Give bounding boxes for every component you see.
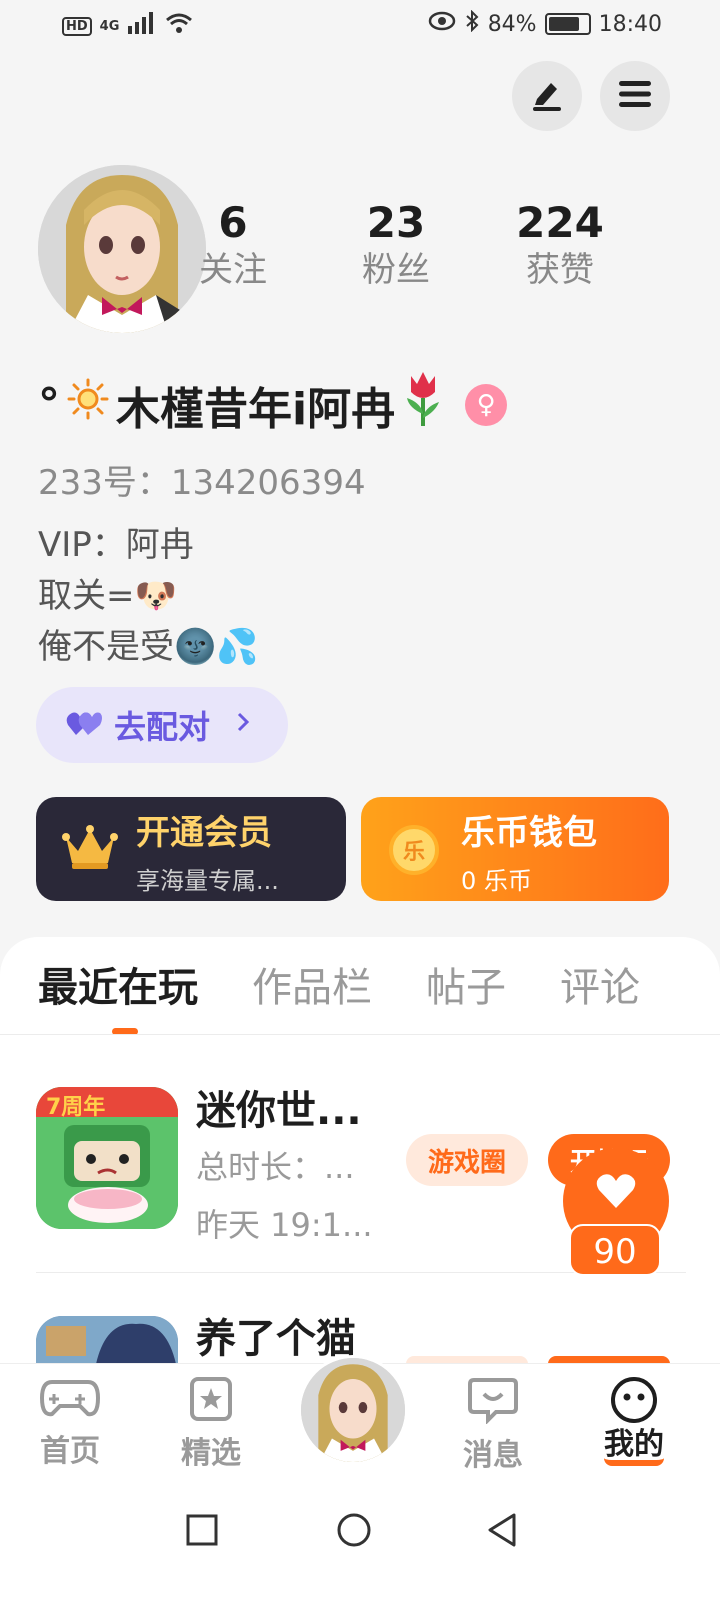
favorite-count: 90 bbox=[569, 1224, 661, 1276]
game-name-2[interactable]: 养了个猫 bbox=[196, 1306, 356, 1364]
tab-comments[interactable]: 评论 bbox=[560, 958, 640, 1018]
stat-likes[interactable]: 224 获赞 bbox=[485, 198, 635, 292]
center-avatar-illustration bbox=[301, 1358, 405, 1462]
crown-icon bbox=[62, 825, 118, 875]
vip-title: 开通会员 bbox=[136, 813, 272, 853]
sun-icon bbox=[66, 377, 110, 432]
game-circle-button[interactable]: 游戏圈 bbox=[406, 1134, 528, 1186]
wallet-card[interactable]: 乐 乐币钱包 0 乐币 bbox=[361, 797, 669, 901]
game-anniversary-badge: 7周年 bbox=[46, 1094, 105, 1120]
smiley-face-icon bbox=[609, 1377, 659, 1428]
game-icon-mini-world[interactable]: 7周年 bbox=[36, 1087, 178, 1229]
chevron-right-icon bbox=[236, 710, 250, 740]
coin-icon: 乐 bbox=[389, 825, 439, 875]
nav-featured[interactable]: 精选 bbox=[166, 1376, 256, 1472]
network-type: 4G bbox=[99, 18, 120, 34]
profile-tabs: 最近在玩 作品栏 帖子 评论 bbox=[38, 958, 640, 1018]
nav-messages-label: 消息 bbox=[463, 1438, 523, 1473]
nav-home-label: 首页 bbox=[40, 1434, 100, 1469]
hamburger-menu-icon bbox=[617, 79, 653, 113]
gamepad-icon bbox=[39, 1380, 101, 1424]
game-last-played: 昨天 19:1... bbox=[196, 1206, 373, 1244]
wifi-icon bbox=[165, 12, 193, 40]
stat-followers[interactable]: 23 粉丝 bbox=[321, 198, 471, 292]
followers-count: 23 bbox=[366, 198, 426, 247]
tabs-divider bbox=[0, 1034, 720, 1035]
home-circle-icon[interactable] bbox=[336, 1512, 372, 1552]
nickname-row: ° 木槿昔年i阿冉 ♀ bbox=[38, 370, 508, 439]
tab-recently-played[interactable]: 最近在玩 bbox=[38, 958, 198, 1018]
nav-messages[interactable]: 消息 bbox=[448, 1376, 538, 1474]
female-gender-badge: ♀ bbox=[465, 383, 508, 426]
wallet-balance: 0 乐币 bbox=[461, 867, 532, 895]
bio-text: VIP：阿冉 取关=🐶 俺不是受🌚💦 bbox=[38, 525, 259, 667]
menu-button[interactable] bbox=[600, 61, 670, 131]
nickname-prefix: ° bbox=[38, 379, 60, 430]
match-button[interactable]: 去配对 bbox=[36, 687, 288, 763]
nav-me-label: 我的 bbox=[604, 1430, 664, 1466]
user-id[interactable]: 233号：134206394 bbox=[38, 455, 366, 504]
system-nav-bar bbox=[0, 1492, 720, 1600]
nav-featured-label: 精选 bbox=[181, 1436, 241, 1471]
following-count: 6 bbox=[218, 198, 248, 247]
nav-center-avatar[interactable] bbox=[298, 1355, 408, 1465]
recents-square-icon[interactable] bbox=[186, 1514, 218, 1550]
battery-percent: 84% bbox=[487, 11, 537, 37]
tab-works[interactable]: 作品栏 bbox=[252, 958, 372, 1018]
following-label: 关注 bbox=[199, 250, 267, 290]
stat-following[interactable]: 6 关注 bbox=[158, 198, 308, 292]
tulip-icon bbox=[401, 370, 445, 439]
game-icon-cat[interactable] bbox=[36, 1316, 178, 1364]
wallet-title: 乐币钱包 bbox=[461, 813, 597, 853]
vip-card[interactable]: 开通会员 享海量专属... bbox=[36, 797, 346, 901]
followers-label: 粉丝 bbox=[362, 250, 430, 290]
game-name[interactable]: 迷你世... bbox=[196, 1078, 362, 1136]
bluetooth-icon bbox=[464, 9, 480, 38]
tab-posts[interactable]: 帖子 bbox=[426, 958, 506, 1018]
signal-icon bbox=[127, 12, 157, 40]
game-total-time: 总时长：... bbox=[196, 1148, 355, 1186]
eye-icon bbox=[428, 11, 456, 37]
edit-profile-button[interactable] bbox=[512, 61, 582, 131]
nav-home[interactable]: 首页 bbox=[25, 1376, 115, 1470]
back-triangle-icon[interactable] bbox=[486, 1512, 518, 1552]
nav-me[interactable]: 我的 bbox=[589, 1376, 679, 1466]
match-label: 去配对 bbox=[114, 708, 211, 746]
clock: 18:40 bbox=[598, 11, 662, 37]
game-circle-button-2[interactable] bbox=[406, 1356, 528, 1364]
nickname: 木槿昔年i阿冉 bbox=[116, 383, 396, 435]
heart-pair-icon bbox=[66, 709, 102, 741]
play-game-button-2[interactable] bbox=[548, 1356, 670, 1364]
hd-indicator: HD bbox=[62, 16, 92, 36]
battery-icon bbox=[544, 13, 591, 35]
heart-icon bbox=[595, 1172, 637, 1214]
star-card-icon bbox=[189, 1377, 233, 1426]
likes-label: 获赞 bbox=[526, 250, 594, 290]
pencil-icon bbox=[529, 77, 565, 115]
chat-bubble-icon bbox=[468, 1378, 518, 1428]
status-bar: HD 4G 84% 18:40 bbox=[0, 0, 720, 48]
likes-count: 224 bbox=[516, 198, 604, 247]
vip-subtitle: 享海量专属... bbox=[136, 867, 279, 895]
